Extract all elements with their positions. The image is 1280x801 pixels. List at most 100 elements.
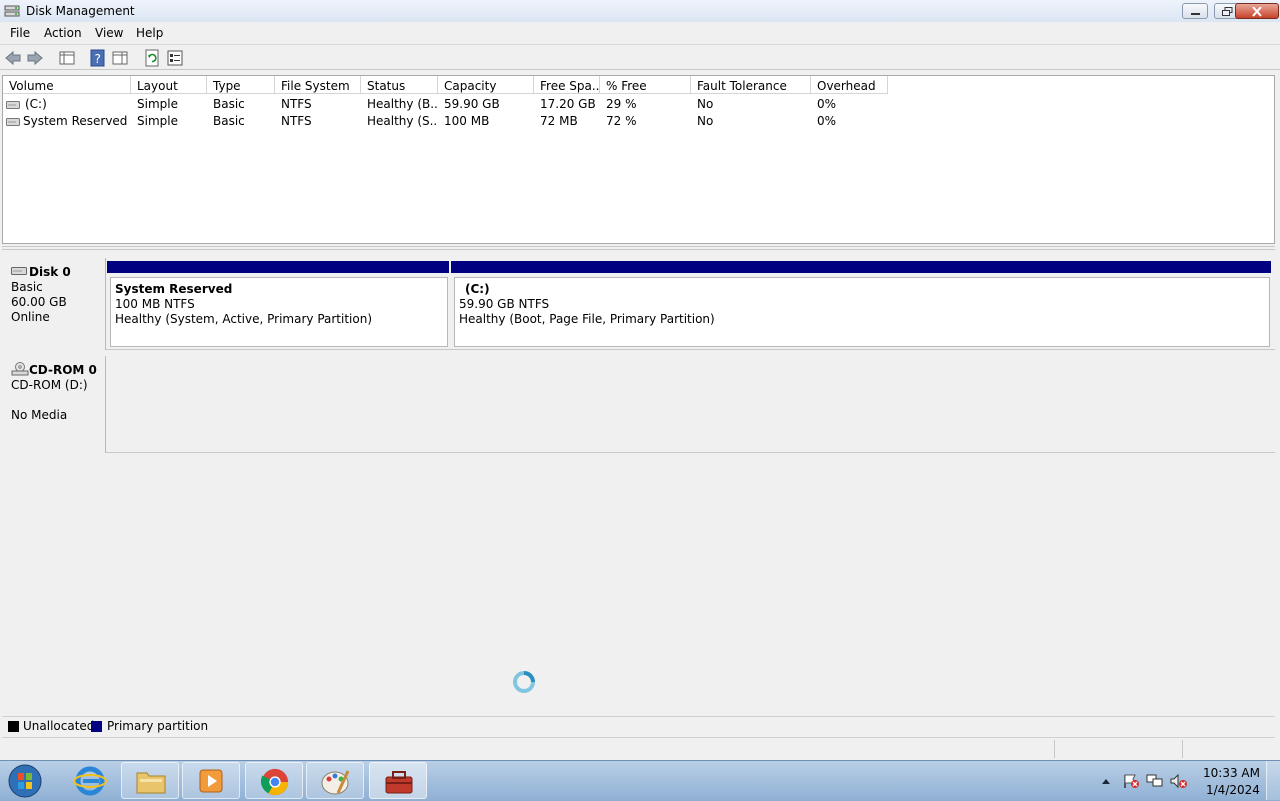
refresh-icon[interactable]	[143, 49, 161, 67]
show-hidden-icons-icon[interactable]	[1101, 777, 1111, 785]
partition-box: System Reserved 100 MB NTFS Healthy (Sys…	[110, 277, 448, 347]
volume-status: Healthy (B...	[367, 97, 437, 111]
volume-name: (C:)	[25, 97, 47, 111]
title-bar[interactable]: Disk Management	[0, 0, 1280, 23]
volume-file-system: NTFS	[281, 114, 312, 128]
volume-overhead: 0%	[817, 114, 837, 128]
partition-name: (C:)	[465, 282, 490, 296]
volume-layout: Simple	[137, 97, 178, 111]
action-center-flag-icon[interactable]	[1122, 773, 1140, 789]
taskbar-explorer[interactable]	[121, 762, 179, 799]
menu-action[interactable]: Action	[44, 26, 82, 40]
disk-size: 60.00 GB	[11, 295, 67, 309]
volume-free-space: 72 MB	[540, 114, 578, 128]
column-header-layout[interactable]: Layout	[131, 76, 207, 94]
column-header-capacity[interactable]: Capacity	[438, 76, 534, 94]
show-hide-action-pane-icon[interactable]	[111, 49, 129, 67]
busy-cursor-icon	[513, 671, 535, 693]
help-icon[interactable]: ?	[89, 49, 107, 67]
cdrom-0-row[interactable]: CD-ROM 0 CD-ROM (D:) No Media	[2, 356, 1275, 453]
disk-0-label[interactable]: Disk 0 Basic 60.00 GB Online	[2, 258, 106, 350]
volume-file-system: NTFS	[281, 97, 312, 111]
folder-icon	[136, 772, 166, 794]
volume-capacity: 59.90 GB	[444, 97, 500, 111]
show-hide-console-tree-icon[interactable]	[58, 49, 76, 67]
unallocated-swatch	[8, 721, 19, 732]
column-header-free-space[interactable]: Free Spa...	[534, 76, 600, 94]
disk-type: Basic	[11, 280, 43, 294]
volume-percent-free: 29 %	[606, 97, 637, 111]
disk-0-row[interactable]: Disk 0 Basic 60.00 GB Online System Rese…	[2, 258, 1275, 350]
chrome-icon	[260, 768, 289, 796]
partition-system-reserved[interactable]: System Reserved 100 MB NTFS Healthy (Sys…	[107, 261, 449, 347]
window-title: Disk Management	[26, 4, 135, 18]
column-header-overhead[interactable]: Overhead	[811, 76, 888, 94]
column-header-file-system[interactable]: File System	[275, 76, 361, 94]
hard-disk-icon	[11, 267, 27, 275]
column-header-volume[interactable]: Volume	[3, 76, 131, 94]
cdrom-0-label[interactable]: CD-ROM 0 CD-ROM (D:) No Media	[2, 356, 106, 453]
status-bar	[2, 737, 1275, 760]
menu-help[interactable]: Help	[136, 26, 163, 40]
disk-management-icon	[4, 5, 20, 17]
volume-capacity: 100 MB	[444, 114, 490, 128]
column-header-percent-free[interactable]: % Free	[600, 76, 691, 94]
table-row[interactable]: System Reserved Simple Basic NTFS Health…	[3, 113, 1274, 130]
cd-rom-icon	[11, 362, 29, 376]
primary-partition-bar	[107, 261, 449, 273]
forward-arrow-icon[interactable]	[26, 49, 44, 67]
paint-icon	[321, 770, 350, 795]
menu-bar: File Action View Help	[0, 22, 1280, 44]
volume-muted-icon[interactable]	[1170, 773, 1188, 789]
column-header-type[interactable]: Type	[207, 76, 275, 94]
back-arrow-icon[interactable]	[4, 49, 22, 67]
partition-status: Healthy (System, Active, Primary Partiti…	[115, 312, 373, 326]
internet-explorer-icon[interactable]	[73, 765, 107, 797]
menu-view[interactable]: View	[95, 26, 123, 40]
primary-partition-bar	[451, 261, 1271, 273]
show-desktop-button[interactable]	[1266, 761, 1280, 800]
partition-size: 59.90 GB NTFS	[459, 297, 550, 311]
clock-time[interactable]: 10:33 AM	[1203, 766, 1260, 780]
cdrom-drive: CD-ROM (D:)	[11, 378, 88, 392]
network-icon[interactable]	[1146, 773, 1164, 789]
taskbar: 10:33 AM 1/4/2024	[0, 760, 1280, 801]
column-header-status[interactable]: Status	[361, 76, 438, 94]
cdrom-media-status: No Media	[11, 408, 68, 422]
column-header-fault-tolerance[interactable]: Fault Tolerance	[691, 76, 811, 94]
taskbar-paint[interactable]	[306, 762, 364, 799]
legend-unallocated: Unallocated	[23, 719, 95, 733]
partition-status: Healthy (Boot, Page File, Primary Partit…	[459, 312, 715, 326]
start-button-icon[interactable]	[6, 763, 44, 799]
volume-status: Healthy (S...	[367, 114, 437, 128]
volume-type: Basic	[213, 114, 245, 128]
minimize-button[interactable]	[1182, 3, 1208, 19]
volume-name: System Reserved	[23, 114, 128, 128]
close-icon	[1252, 7, 1262, 17]
volume-overhead: 0%	[817, 97, 837, 111]
taskbar-media-player[interactable]	[182, 762, 240, 799]
restore-icon	[1222, 7, 1233, 16]
table-row[interactable]: (C:) Simple Basic NTFS Healthy (B... 59.…	[3, 96, 1274, 113]
taskbar-chrome[interactable]	[245, 762, 303, 799]
properties-icon[interactable]	[166, 49, 184, 67]
menu-file[interactable]: File	[10, 26, 30, 40]
svg-text:?: ?	[95, 52, 101, 66]
volume-type: Basic	[213, 97, 245, 111]
volume-fault-tolerance: No	[697, 114, 714, 128]
pane-splitter[interactable]	[2, 246, 1275, 250]
toolbar: ?	[0, 44, 1280, 70]
toolbox-icon	[385, 771, 413, 794]
close-button[interactable]	[1235, 3, 1279, 19]
volume-free-space: 17.20 GB	[540, 97, 596, 111]
disk-state: Online	[11, 310, 50, 324]
volume-list[interactable]: Volume Layout Type File System Status Ca…	[2, 75, 1275, 244]
cdrom-name: CD-ROM 0	[29, 363, 97, 377]
volume-fault-tolerance: No	[697, 97, 714, 111]
partition-c[interactable]: (C:) 59.90 GB NTFS Healthy (Boot, Page F…	[451, 261, 1271, 347]
volume-drive-icon	[6, 118, 20, 126]
taskbar-computer-management[interactable]	[369, 762, 427, 799]
volume-percent-free: 72 %	[606, 114, 637, 128]
clock-date[interactable]: 1/4/2024	[1206, 783, 1260, 797]
minimize-icon	[1191, 13, 1200, 15]
